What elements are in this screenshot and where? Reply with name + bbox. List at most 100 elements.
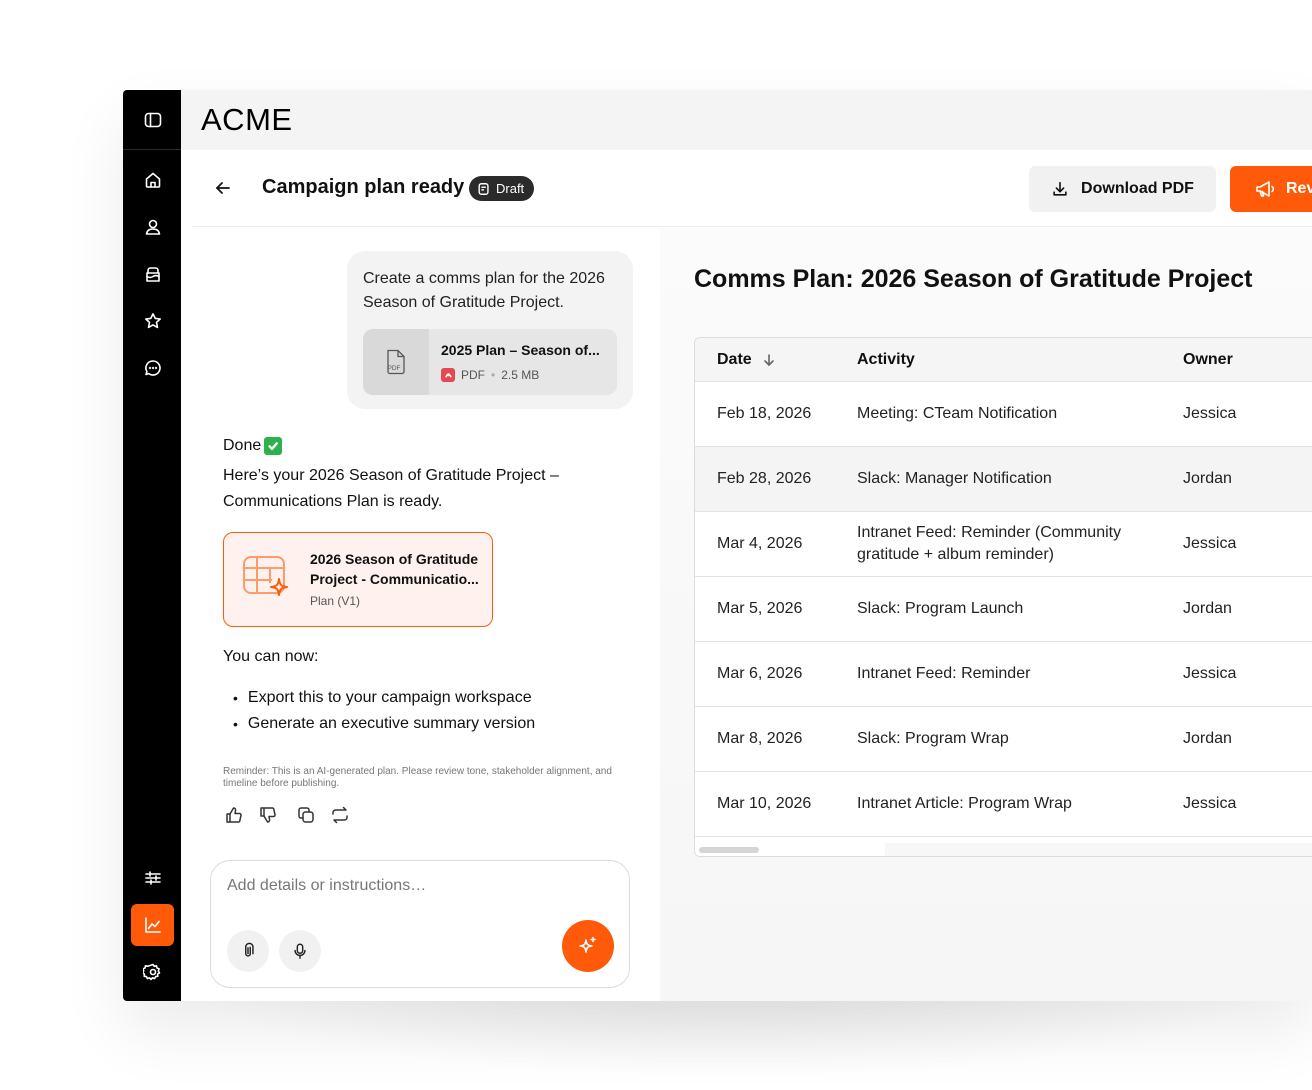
done-label: Done [223,437,262,454]
plan-title-line2: Project - Communicatio... [310,571,479,587]
regenerate-button[interactable] [329,804,351,826]
column-header-label: Date [717,351,752,368]
attach-button[interactable] [227,930,269,972]
thumbs-up-icon [226,807,242,823]
cell-activity: Intranet Article: Program Wrap [857,795,1072,812]
arrow-left-icon [216,182,230,194]
list-item-text: Generate an executive summary version [247,715,536,732]
pdf-type-icon [441,368,455,382]
scrollbar-track [885,843,1312,856]
cell-owner: Jessica [1183,405,1237,422]
plan-title-line1: 2026 Season of Gratitude [310,551,479,567]
cell-activity: Meeting: CTeam Notification [857,405,1058,422]
chat-pane: Create a comms plan for the 2026 Season … [193,228,660,1001]
table-row[interactable]: Mar 10, 2026 Intranet Article: Program W… [695,772,1312,837]
scrollbar-thumb[interactable] [699,847,759,853]
table-row[interactable]: Feb 28, 2026 Slack: Manager Notification… [695,447,1312,512]
cell-date: Mar 5, 2026 [717,600,803,617]
document-title: Comms Plan: 2026 Season of Gratitude Pro… [694,265,1253,293]
copy-button[interactable] [295,804,317,826]
table-row[interactable]: Mar 4, 2026 Intranet Feed: Reminder (Com… [695,512,1312,577]
refresh-icon [332,806,348,824]
ai-disclaimer: Reminder: This is an AI-generated plan. … [223,766,612,789]
nav-home[interactable] [131,159,174,201]
attachment-thumbnail: PDF [363,329,429,395]
cell-activity: Slack: Program Wrap [857,730,1009,747]
nav-profile[interactable] [131,206,174,248]
list-item: Generate an executive summary version [233,711,535,737]
column-header-owner[interactable]: Owner [1183,351,1233,369]
cell-date: Mar 6, 2026 [717,665,803,682]
sort-down-icon [763,354,774,366]
table-row[interactable]: Feb 18, 2026 Meeting: CTeam Notification… [695,382,1312,447]
cell-owner: Jordan [1183,470,1232,487]
paperclip-icon [245,942,254,957]
megaphone-icon [1256,181,1275,197]
horizontal-scrollbar[interactable] [695,843,1312,856]
gear-icon [142,963,160,981]
nav-messages[interactable] [131,347,174,389]
send-button[interactable] [562,920,614,972]
sidebar-toggle-button[interactable] [131,99,174,141]
list-item: Export this to your campaign workspace [233,685,535,711]
cell-activity: Slack: Program Launch [857,600,1024,617]
back-button[interactable] [211,176,235,200]
column-header-activity[interactable]: Activity [857,351,915,369]
message-actions [223,804,351,826]
thumbs-down-button[interactable] [257,804,279,826]
pdf-file-icon-label: PDF [388,365,401,372]
attachment-type: PDF [461,368,485,382]
voice-button[interactable] [279,930,321,972]
left-rail [123,90,181,1001]
download-pdf-label: Download PDF [1081,180,1194,197]
cell-activity: Slack: Manager Notification [857,470,1052,487]
nav-favorites[interactable] [131,300,174,342]
user-message-text: Create a comms plan for the 2026 Season … [363,270,605,311]
rail-top [123,90,181,150]
plan-artifact-card[interactable]: 2026 Season of Gratitude Project - Commu… [223,532,493,627]
review-label: Rev [1286,180,1312,197]
cell-activity: Intranet Feed: Reminder (Community grati… [857,524,1122,563]
table-row[interactable]: Mar 8, 2026 Slack: Program Wrap Jordan [695,707,1312,772]
assistant-reply: Here’s your 2026 Season of Gratitude Pro… [223,467,559,510]
column-header-date[interactable]: Date [717,351,776,369]
download-pdf-button[interactable]: Download PDF [1029,166,1216,212]
review-button[interactable]: Rev [1230,166,1312,212]
table-row[interactable]: Mar 5, 2026 Slack: Program Launch Jordan [695,577,1312,642]
separator-dot: • [491,368,496,382]
next-steps-list: Export this to your campaign workspace G… [233,685,535,737]
column-header-label: Owner [1183,351,1233,368]
chat-icon [144,360,161,376]
user-message: Create a comms plan for the 2026 Season … [347,251,633,409]
status-badge-label: Draft [496,181,525,196]
brand-logo: ACME [201,102,293,137]
thumbs-up-button[interactable] [223,804,245,826]
attachment-card[interactable]: PDF 2025 Plan – Season of... PDF • 2.5 M… [363,329,617,395]
nav-celebrations[interactable] [131,253,174,295]
app-window: ACME Campaign plan ready Draft Download … [123,90,1312,1001]
cell-owner: Jordan [1183,730,1232,747]
copy-icon [298,807,314,823]
cake-icon [145,267,160,282]
attachment-size: 2.5 MB [501,368,540,382]
nav-settings[interactable] [131,951,174,993]
cell-activity: Intranet Feed: Reminder [857,665,1031,682]
cell-owner: Jessica [1183,795,1237,812]
table-row[interactable]: Mar 6, 2026 Intranet Feed: Reminder Jess… [695,642,1312,707]
nav-analytics[interactable] [131,904,174,946]
sparkle-icon [579,936,596,953]
cell-date: Mar 10, 2026 [717,795,812,812]
cell-owner: Jessica [1183,535,1237,552]
table-sparkle-icon [243,556,288,596]
sliders-icon [144,871,161,885]
page-header: Campaign plan ready Draft Download PDF R… [193,150,1312,227]
user-icon [145,219,160,235]
cell-date: Feb 18, 2026 [717,405,812,422]
message-input[interactable] [227,877,607,895]
column-header-label: Activity [857,351,915,368]
thumbs-down-icon [260,807,276,823]
home-icon [145,172,160,188]
download-icon [1053,181,1067,196]
nav-settings-sliders[interactable] [131,857,174,899]
plan-title: 2026 Season of Gratitude Project - Commu… [310,549,482,589]
